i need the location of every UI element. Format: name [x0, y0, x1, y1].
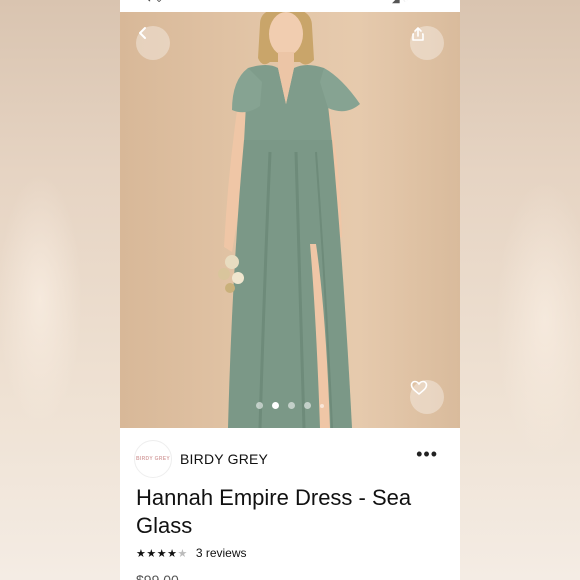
- seller-logo[interactable]: BIRDY GREY: [134, 440, 172, 478]
- heart-icon: [410, 380, 428, 395]
- product-price: $99.00: [136, 572, 179, 580]
- star-rating: ★★★★★: [136, 547, 188, 560]
- share-icon: [412, 27, 424, 41]
- reviews-link[interactable]: 3 reviews: [196, 546, 247, 560]
- seller-name[interactable]: BIRDY GREY: [180, 451, 268, 467]
- product-screen: ◖ ⌄ ◢ ◔: [120, 0, 460, 580]
- pagination-dot[interactable]: [304, 402, 311, 409]
- status-bar: ◖ ⌄ ◢ ◔: [120, 0, 460, 12]
- pagination-dot[interactable]: [320, 403, 324, 408]
- pagination-dot-active[interactable]: [272, 402, 279, 409]
- rating-row[interactable]: ★★★★★ 3 reviews: [136, 546, 247, 560]
- seller-row[interactable]: BIRDY GREY BIRDY GREY •••: [134, 440, 446, 478]
- product-title: Hannah Empire Dress - Sea Glass: [136, 485, 412, 538]
- signal-icon: ◢ ◔: [392, 0, 409, 5]
- more-options-icon[interactable]: •••: [416, 445, 438, 463]
- product-image[interactable]: [120, 12, 460, 428]
- back-arrow-icon: [139, 27, 146, 39]
- seller-logo-text: BIRDY GREY: [135, 456, 171, 462]
- dress-photo: [218, 12, 360, 428]
- share-button[interactable]: [410, 26, 444, 60]
- image-pagination[interactable]: [120, 402, 460, 409]
- pagination-dot[interactable]: [288, 402, 295, 409]
- back-button[interactable]: [136, 26, 170, 60]
- status-indicator-icon: ◖ ⌄: [146, 0, 163, 5]
- pagination-dot[interactable]: [256, 402, 263, 409]
